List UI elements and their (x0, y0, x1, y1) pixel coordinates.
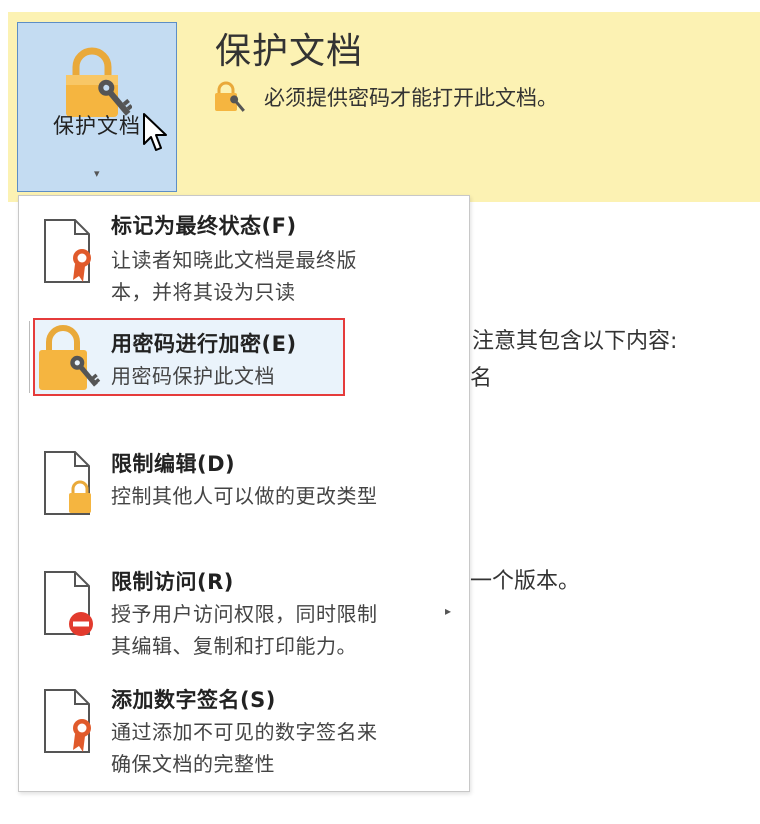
menu-item-desc: 通过添加不可见的数字签名来 确保文档的完整性 (111, 720, 378, 776)
menu-item-encrypt-password[interactable]: 用密码进行加密(E) 用密码保护此文档 (19, 314, 469, 404)
menu-item-desc: 让读者知晓此文档是最终版 本，并将其设为只读 (111, 248, 357, 304)
menu-item-title: 限制访问(R) (111, 570, 234, 594)
mouse-cursor-icon (143, 113, 167, 151)
header-description: 必须提供密码才能打开此文档。 (264, 86, 558, 110)
final-ribbon-icon (44, 219, 91, 283)
protect-document-menu: 标记为最终状态(F) 让读者知晓此文档是最终版 本，并将其设为只读 用密码进行加… (18, 195, 470, 792)
menu-item-mark-final[interactable]: 标记为最终状态(F) 让读者知晓此文档是最终版 本，并将其设为只读 (19, 196, 469, 311)
menu-item-title: 标记为最终状态(F) (111, 214, 297, 238)
doc-lock-icon (44, 451, 91, 515)
doc-restrict-icon (44, 571, 93, 636)
menu-item-restrict-access[interactable]: 限制访问(R) 授予用户访问权限，同时限制 其编辑、复制和打印能力。 ▸ (19, 556, 469, 666)
protect-document-button[interactable]: 保护文档 ▾ (17, 22, 177, 192)
menu-item-digital-signature[interactable]: 添加数字签名(S) 通过添加不可见的数字签名来 确保文档的完整性 (19, 674, 469, 789)
menu-item-title: 用密码进行加密(E) (111, 332, 297, 356)
background-text-2: 名 (470, 366, 493, 391)
lock-key-icon (39, 325, 101, 390)
background-text-1: 注意其包含以下内容: (472, 329, 678, 354)
menu-item-restrict-editing[interactable]: 限制编辑(D) 控制其他人可以做的更改类型 (19, 436, 469, 526)
signature-ribbon-icon (44, 689, 91, 753)
page-title: 保护文档 (215, 31, 364, 72)
submenu-arrow-icon: ▸ (444, 604, 451, 618)
menu-item-desc: 控制其他人可以做的更改类型 (111, 484, 378, 508)
menu-item-desc: 授予用户访问权限，同时限制 其编辑、复制和打印能力。 (111, 602, 378, 658)
background-text-3: 一个版本。 (470, 569, 581, 594)
menu-item-title: 添加数字签名(S) (111, 688, 276, 712)
chevron-down-icon: ▾ (94, 167, 100, 180)
menu-item-title: 限制编辑(D) (111, 452, 236, 476)
lock-key-icon (215, 81, 245, 112)
menu-item-desc: 用密码保护此文档 (111, 364, 275, 388)
